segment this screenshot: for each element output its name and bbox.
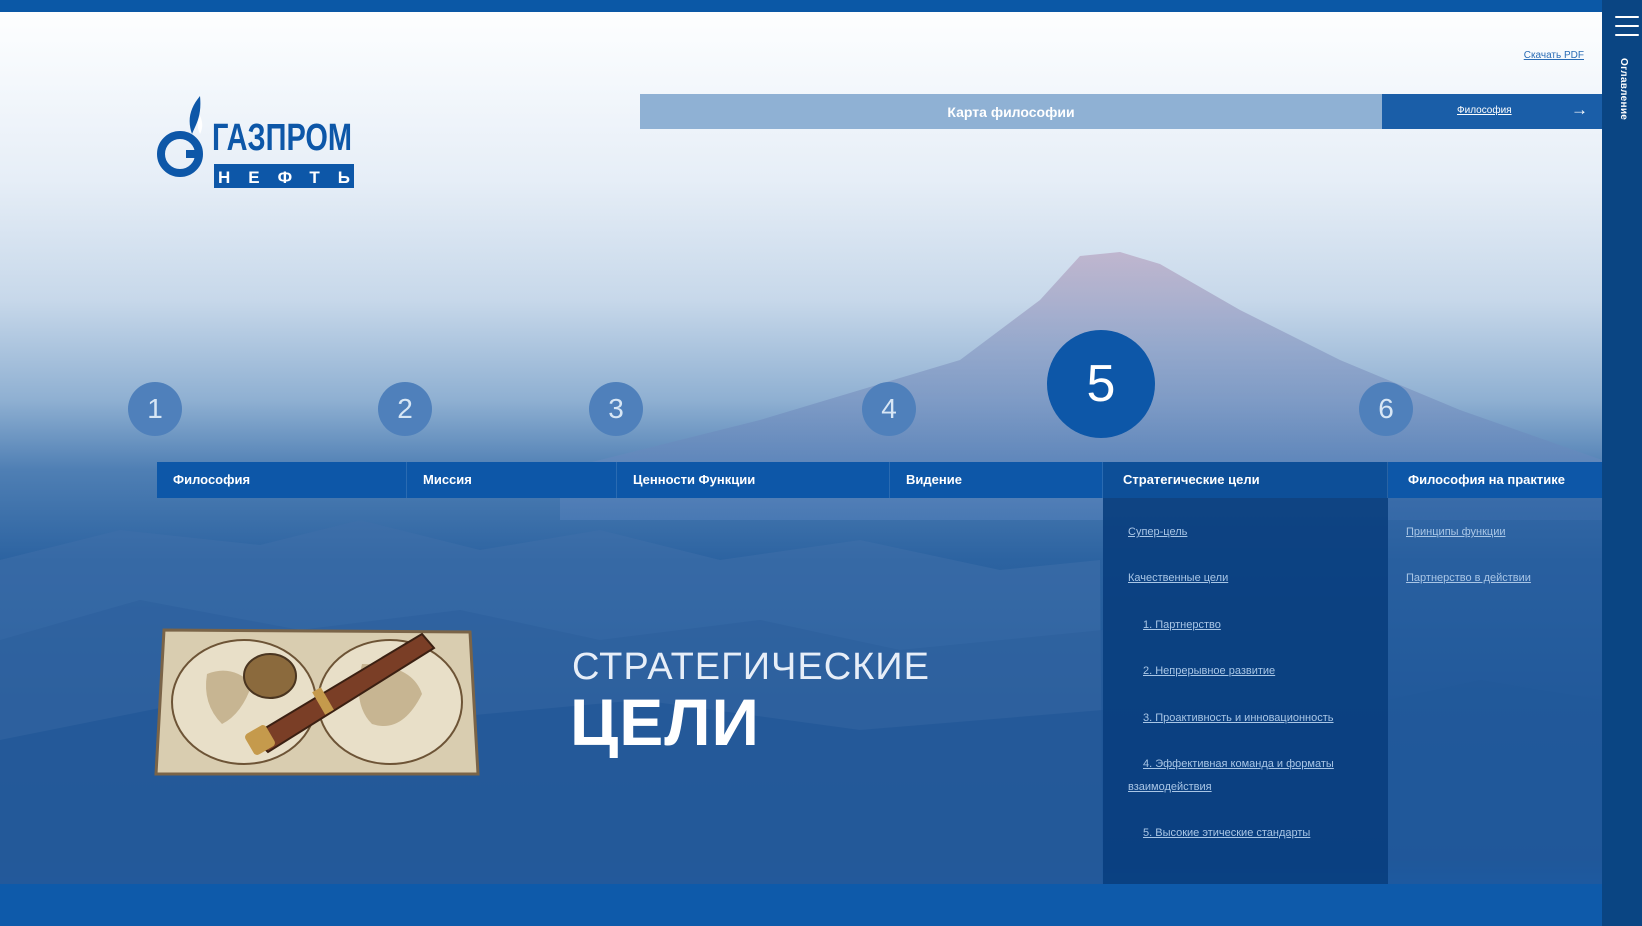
step-number: 2 xyxy=(397,393,413,424)
step-3[interactable]: 3 xyxy=(589,382,643,436)
section-tabs: Философия Миссия Ценности Функции Видени… xyxy=(157,462,1602,498)
tab-vision[interactable]: Видение xyxy=(890,462,1103,498)
practice-link-principles[interactable]: Принципы функции xyxy=(1406,521,1506,544)
tab-mission[interactable]: Миссия xyxy=(407,462,617,498)
practice-dropdown: Принципы функции Партнерство в действии xyxy=(1388,498,1602,884)
table-of-contents-label[interactable]: Оглавление xyxy=(1613,58,1629,138)
step-2[interactable]: 2 xyxy=(378,382,432,436)
top-accent-bar xyxy=(0,0,1602,12)
goal-link-super-goal[interactable]: Супер-цель xyxy=(1128,521,1187,544)
tab-values-functions[interactable]: Ценности Функции xyxy=(617,462,890,498)
strategic-goals-dropdown: Супер-цель Качественные цели 1. Партнерс… xyxy=(1103,498,1388,884)
step-number: 1 xyxy=(147,393,163,424)
page-title-light: СТРАТЕГИЧЕСКИЕ xyxy=(572,646,930,688)
gazprom-neft-logo: ГАЗПРОМ НЕФТЬ xyxy=(157,96,354,188)
tab-philosophy[interactable]: Философия xyxy=(157,462,407,498)
bottom-accent-bar xyxy=(0,884,1602,926)
arrow-right-icon: → xyxy=(1571,100,1588,119)
practice-link-partnership-action[interactable]: Партнерство в действии xyxy=(1406,567,1531,590)
philosophy-map-bar: Карта философии xyxy=(640,94,1382,129)
philosophy-nav-button[interactable]: Философия → xyxy=(1382,94,1602,129)
tab-philosophy-practice[interactable]: Философия на практике xyxy=(1388,462,1602,498)
step-number: 5 xyxy=(1086,355,1116,413)
right-sidebar xyxy=(1602,0,1642,926)
philosophy-map-title: Карта философии xyxy=(947,104,1075,120)
page-title-bold: ЦЕЛИ xyxy=(570,685,760,759)
step-4[interactable]: 4 xyxy=(862,382,916,436)
goal-link-ethics[interactable]: 5. Высокие этические стандарты xyxy=(1143,822,1310,845)
goal-link-proactivity[interactable]: 3. Проактивность и инновационность xyxy=(1143,707,1334,730)
step-number: 3 xyxy=(608,393,624,424)
goal-link-effective-team[interactable]: 4. Эффективная команда и форматы xyxy=(1143,753,1334,776)
world-map-spyglass-image xyxy=(154,628,480,776)
svg-text:ГАЗПРОМ: ГАЗПРОМ xyxy=(212,117,352,159)
step-6[interactable]: 6 xyxy=(1359,382,1413,436)
goal-link-quality-goals[interactable]: Качественные цели xyxy=(1128,567,1228,590)
goal-link-partnership[interactable]: 1. Партнерство xyxy=(1143,614,1221,637)
download-pdf-link[interactable]: Скачать PDF xyxy=(1524,50,1584,61)
goal-link-effective-team-cont[interactable]: взаимодействия xyxy=(1128,776,1212,799)
step-5-active[interactable]: 5 xyxy=(1047,330,1155,438)
step-number: 6 xyxy=(1378,393,1394,424)
step-number: 4 xyxy=(881,393,897,424)
goal-link-continuous-development[interactable]: 2. Непрерывное развитие xyxy=(1143,660,1275,683)
tab-strategic-goals[interactable]: Стратегические цели xyxy=(1103,462,1388,498)
step-1[interactable]: 1 xyxy=(128,382,182,436)
hamburger-menu-icon[interactable] xyxy=(1615,16,1639,38)
page-background: Скачать PDF Карта философии Философия → … xyxy=(0,0,1642,926)
philosophy-nav-label: Философия xyxy=(1457,105,1512,116)
